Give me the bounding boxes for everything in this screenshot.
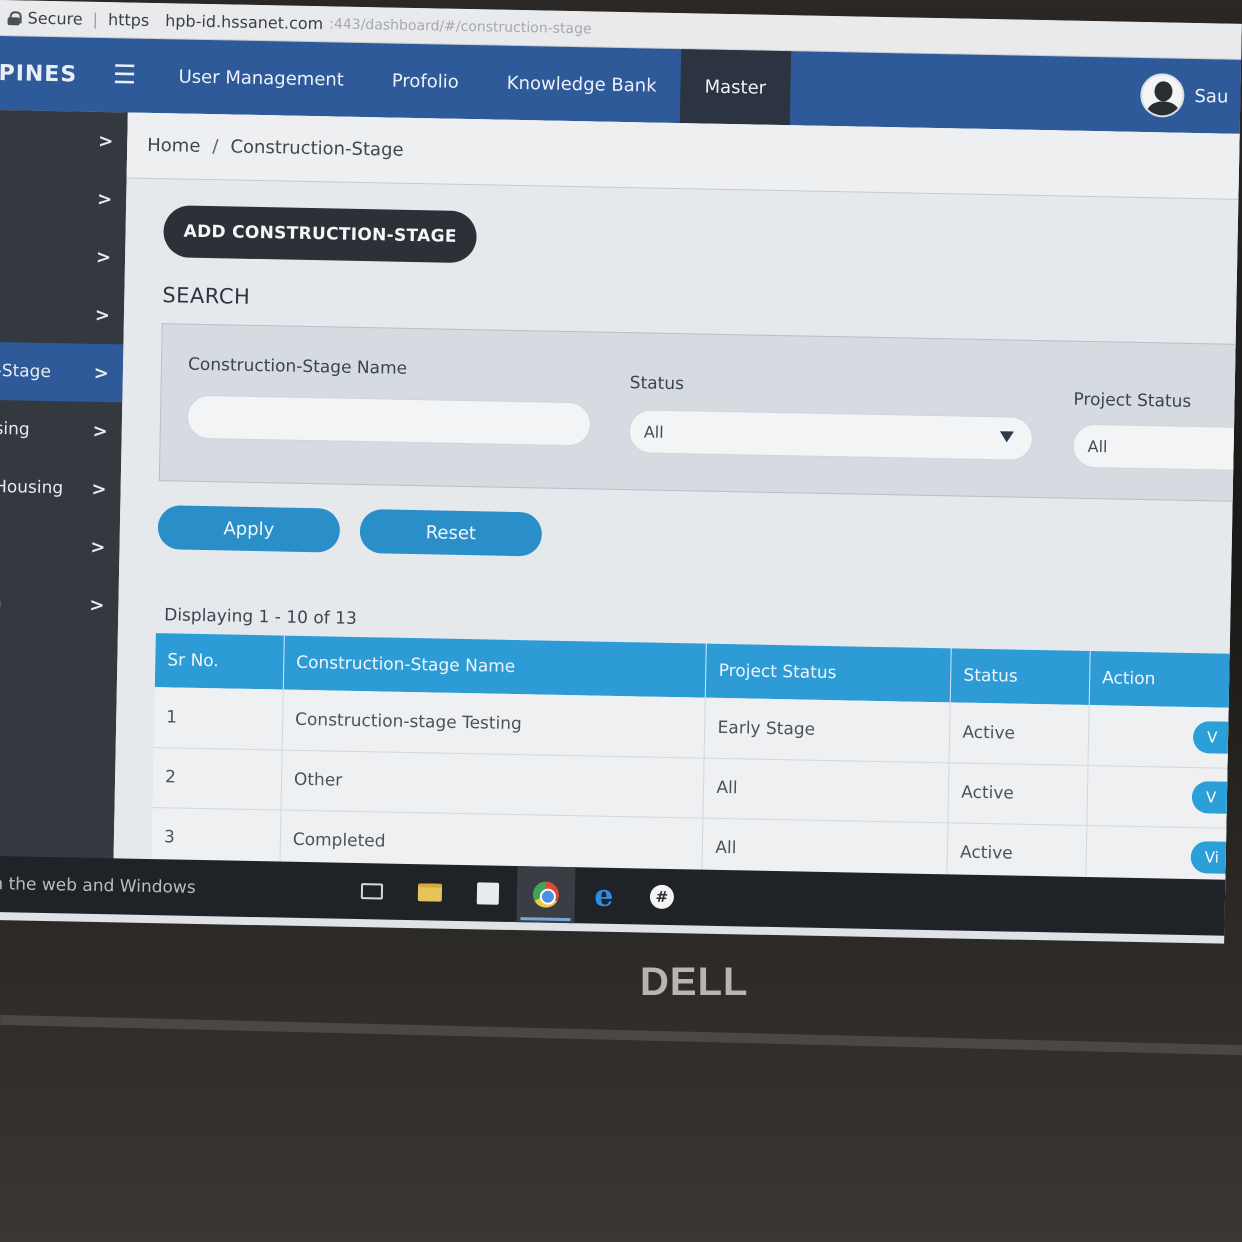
sidebar-item-type-of-housing[interactable]: f Housing >	[0, 458, 121, 518]
url-host: hpb-id.hssanet.com	[165, 11, 324, 34]
sidebar-item-4[interactable]: >	[0, 284, 125, 344]
column-header-action: Action	[1089, 651, 1242, 709]
view-button[interactable]: V	[1192, 720, 1242, 754]
sidebar-item-9[interactable]: on >	[0, 574, 119, 634]
project-status-label: Project Status	[1073, 389, 1192, 412]
sidebar-item-label: using	[0, 418, 30, 440]
sidebar-item-2[interactable]: >	[0, 168, 127, 228]
view-button[interactable]: V	[1191, 781, 1242, 815]
slack-icon: #	[649, 884, 675, 910]
sidebar: > > / > > n-Stage > using > f Housing > …	[0, 109, 128, 873]
cell-name: Construction-stage Testing	[282, 689, 706, 758]
folder-icon	[417, 883, 443, 902]
search-panel: Construction-Stage Name Status All Proje…	[158, 323, 1242, 503]
laptop-bezel-edge	[0, 1014, 1242, 1056]
url-protocol: https	[107, 10, 150, 30]
sidebar-item-housing[interactable]: using >	[0, 400, 122, 460]
file-explorer-button[interactable]	[400, 864, 459, 921]
status-select-value: All	[643, 421, 664, 442]
cell-project-status: All	[703, 757, 950, 823]
sidebar-item-construction-stage[interactable]: n-Stage >	[0, 341, 124, 403]
hamburger-menu-icon[interactable]: ☰	[94, 60, 155, 91]
construction-stage-table: Sr No. Construction-Stage Name Project S…	[151, 633, 1242, 889]
project-status-select[interactable]: All	[1072, 423, 1242, 472]
cell-action: V	[1086, 765, 1242, 829]
cell-name: Other	[280, 749, 705, 818]
search-section-title: SEARCH	[162, 283, 251, 309]
sidebar-item-label: f Housing	[0, 476, 64, 499]
avatar[interactable]	[1140, 72, 1185, 118]
cell-sr-no: 1	[153, 687, 284, 750]
edge-icon: e	[594, 878, 614, 914]
nav-profolio[interactable]: Profolio	[367, 43, 483, 119]
sidebar-item-1[interactable]: >	[0, 110, 128, 170]
task-view-icon	[360, 883, 384, 900]
chevron-right-icon: >	[91, 478, 107, 500]
store-button[interactable]	[458, 865, 517, 922]
cell-action: V	[1088, 705, 1242, 769]
user-name[interactable]: Sau	[1194, 85, 1228, 107]
chevron-right-icon: >	[96, 188, 113, 210]
sidebar-item-label: n-Stage	[0, 360, 52, 383]
column-header-project-status[interactable]: Project Status	[705, 643, 952, 703]
sidebar-item-8[interactable]: >	[0, 516, 120, 576]
column-header-sr-no[interactable]: Sr No.	[154, 633, 285, 690]
slack-button[interactable]: #	[632, 868, 691, 925]
chevron-right-icon: >	[94, 304, 111, 326]
chevron-right-icon: >	[93, 362, 110, 384]
sidebar-item-3[interactable]: / >	[0, 226, 126, 286]
cell-status: Active	[948, 762, 1089, 826]
chevron-right-icon: >	[90, 536, 106, 558]
chevron-right-icon: >	[89, 594, 105, 616]
secure-label: Secure	[27, 8, 83, 29]
edge-button[interactable]: e	[574, 867, 633, 924]
chrome-button[interactable]	[516, 866, 576, 924]
cell-status: Active	[949, 702, 1090, 766]
user-menu[interactable]: Sau	[1140, 72, 1229, 119]
reset-button[interactable]: Reset	[359, 509, 543, 557]
apply-button[interactable]: Apply	[157, 505, 341, 553]
construction-stage-name-input[interactable]	[186, 394, 592, 447]
chevron-right-icon: >	[95, 246, 112, 268]
column-header-status[interactable]: Status	[950, 648, 1091, 706]
chrome-icon	[532, 881, 560, 908]
view-button[interactable]: Vi	[1190, 841, 1242, 875]
status-label: Status	[629, 373, 685, 395]
nav-knowledge-bank[interactable]: Knowledge Bank	[482, 45, 681, 123]
construction-stage-name-label: Construction-Stage Name	[187, 354, 408, 379]
nav-user-management[interactable]: User Management	[154, 39, 369, 117]
taskbar-search-box[interactable]: ch the web and Windows	[0, 874, 343, 901]
project-status-select-value: All	[1087, 436, 1108, 456]
add-construction-stage-button[interactable]: ADD CONSTRUCTION-STAGE	[163, 205, 478, 264]
brand-logo-text: PINES	[0, 60, 78, 87]
cell-project-status: Early Stage	[704, 697, 951, 763]
chevron-right-icon: >	[98, 130, 114, 152]
breadcrumb-home[interactable]: Home	[147, 135, 201, 157]
status-select[interactable]: All	[628, 409, 1034, 461]
caret-down-icon	[999, 431, 1014, 443]
task-view-button[interactable]	[342, 863, 401, 920]
sidebar-item-label: on	[0, 593, 2, 613]
laptop-screen: Secure | https hpb-id.hssanet.com :443/d…	[0, 0, 1242, 944]
nav-master[interactable]: Master	[679, 49, 791, 126]
cell-sr-no: 2	[152, 747, 283, 810]
breadcrumb-separator: /	[212, 136, 219, 158]
lock-icon	[8, 11, 20, 25]
column-header-name[interactable]: Construction-Stage Name	[283, 635, 707, 698]
store-icon	[476, 882, 500, 905]
chevron-right-icon: >	[92, 420, 108, 442]
main-content: Home / Construction-Stage ADD CONSTRUCTI…	[113, 112, 1242, 895]
breadcrumb-current: Construction-Stage	[230, 136, 404, 161]
url-path: :443/dashboard/#/construction-stage	[329, 15, 592, 37]
address-separator: |	[92, 9, 99, 29]
results-count: Displaying 1 - 10 of 13	[164, 605, 357, 629]
dell-logo: DELL	[640, 960, 749, 1004]
